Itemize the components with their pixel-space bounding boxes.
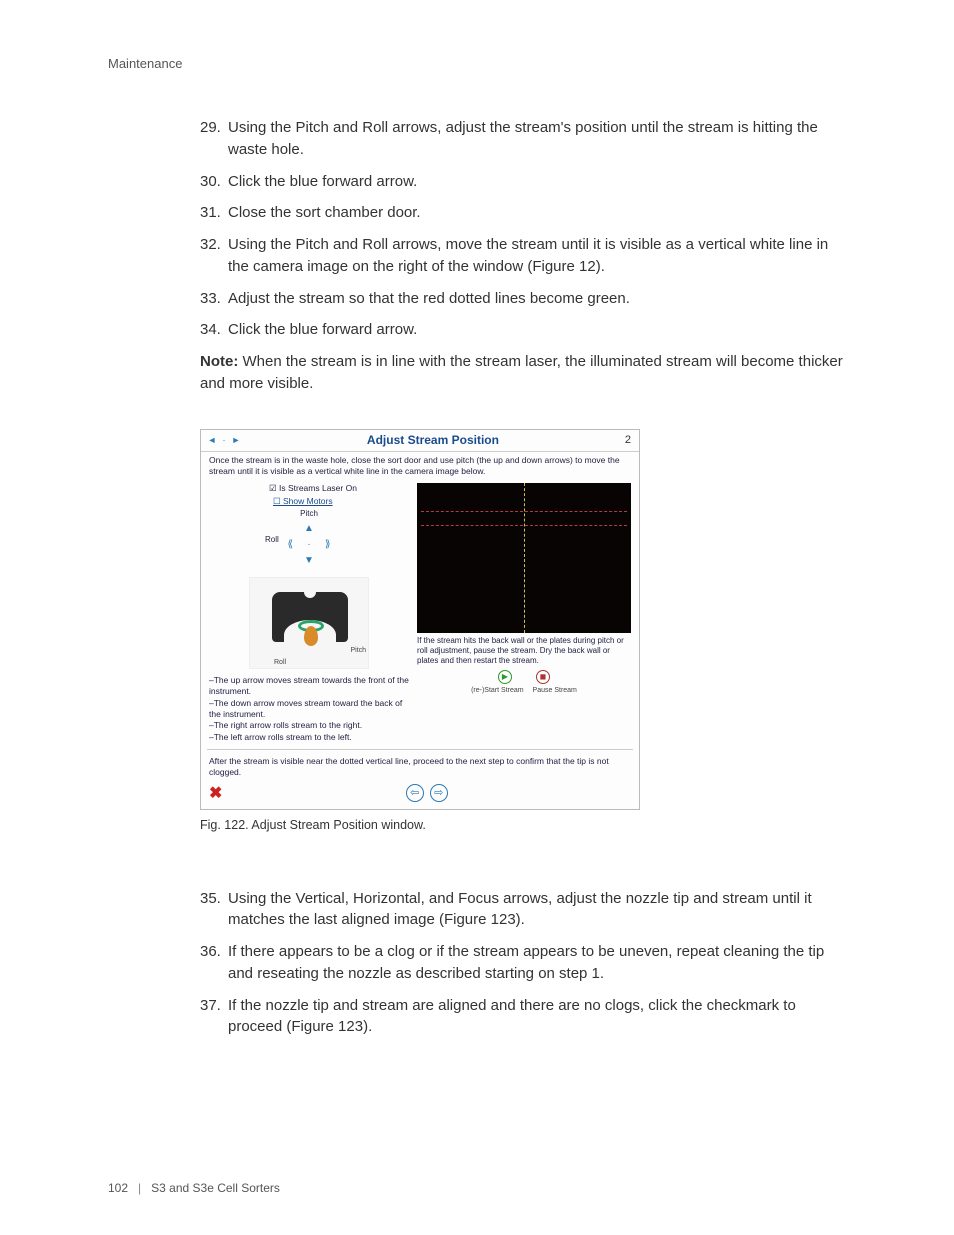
center-icon: · [302,538,316,552]
pause-stream-label: Pause Stream [533,687,577,694]
step-text: Using the Pitch and Roll arrows, adjust … [228,119,818,158]
show-motors-checkbox[interactable]: ☐ Show Motors [273,496,409,507]
step-number: 29. [200,117,221,139]
titlebar-dot-icon: · [219,435,229,445]
controls-column: ☑ Is Streams Laser On ☐ Show Motors Pitc… [209,481,409,744]
laser-label: Is Streams Laser On [279,483,357,493]
step-number: 37. [200,995,221,1017]
page-footer: 102|S3 and S3e Cell Sorters [108,1181,280,1195]
start-stream-icon[interactable]: ▶ [498,670,512,684]
camera-vertical-guideline [524,483,525,633]
step-number: 36. [200,941,221,963]
note: Note: When the stream is in line with th… [200,351,844,395]
hint-line: –The down arrow moves stream toward the … [209,698,409,721]
up-arrow-icon[interactable]: ▲ [302,522,316,536]
arrow-hints: –The up arrow moves stream towards the f… [209,675,409,744]
nozzle-illustration: Pitch Roll [249,577,369,669]
step-number: 30. [200,171,221,193]
step-item: 29. Using the Pitch and Roll arrows, adju… [200,117,844,161]
roll-label: Roll [265,535,279,544]
titlebar-nav: ◄ · ► [207,435,241,445]
next-step-icon[interactable]: ⇨ [430,784,448,802]
figure-caption: Fig. 122. Adjust Stream Position window. [200,818,844,832]
hint-line: –The up arrow moves stream towards the f… [209,675,409,698]
step-item: 34. Click the blue forward arrow. [200,319,844,341]
window-title: Adjust Stream Position [241,433,625,447]
illus-pitch-label: Pitch [350,647,366,654]
window-instruction: Once the stream is in the waste hole, cl… [209,455,631,477]
step-text: Click the blue forward arrow. [228,173,417,190]
camera-column: If the stream hits the back wall or the … [417,481,631,744]
left-arrow-icon[interactable]: ⟪ [283,538,297,552]
step-text: If there appears to be a clog or if the … [228,943,824,982]
step-item: 37. If the nozzle tip and stream are alig… [200,995,844,1039]
prev-step-icon[interactable]: ⇦ [406,784,424,802]
adjust-stream-window: ◄ · ► Adjust Stream Position 2 Once the … [200,429,640,810]
streams-laser-checkbox[interactable]: ☑ Is Streams Laser On [269,483,409,494]
window-footer: ✖ ⇦ ⇨ [209,779,631,803]
forward-icon[interactable]: ► [231,435,241,445]
step-number: 31. [200,202,221,224]
camera-horizontal-guideline [421,511,626,512]
step-text: Close the sort chamber door. [228,204,421,221]
step-item: 33. Adjust the stream so that the red dot… [200,288,844,310]
restart-stream-label: (re-)Start Stream [471,687,524,694]
step-text: Using the Pitch and Roll arrows, move th… [228,236,828,275]
hint-line: –The left arrow rolls stream to the left… [209,732,409,743]
window-titlebar: ◄ · ► Adjust Stream Position 2 [201,430,639,452]
window-step-number: 2 [625,434,633,446]
section-header: Maintenance [108,56,854,71]
close-icon[interactable]: ✖ [209,783,222,803]
pitch-roll-pad: Pitch Roll ▲ ▼ ⟪ ⟫ · [209,509,409,573]
step-item: 36. If there appears to be a clog or if t… [200,941,844,985]
steps-list-b: 35. Using the Vertical, Horizontal, and F… [200,888,844,1039]
step-number: 34. [200,319,221,341]
motors-label: Show Motors [283,496,333,506]
steps-list-a: 29. Using the Pitch and Roll arrows, adju… [200,117,844,341]
down-arrow-icon[interactable]: ▼ [302,554,316,568]
note-text: When the stream is in line with the stre… [200,353,843,392]
camera-view [417,483,631,633]
step-number: 35. [200,888,221,910]
right-arrow-icon[interactable]: ⟫ [321,538,335,552]
step-number: 32. [200,234,221,256]
camera-horizontal-guideline [421,525,626,526]
camera-caption: If the stream hits the back wall or the … [417,636,631,666]
window-final-instruction: After the stream is visible near the dot… [209,756,631,778]
step-item: 35. Using the Vertical, Horizontal, and F… [200,888,844,932]
step-item: 31. Close the sort chamber door. [200,202,844,224]
step-item: 32. Using the Pitch and Roll arrows, move… [200,234,844,278]
pause-stream-icon[interactable]: ◼ [536,670,550,684]
step-text: Adjust the stream so that the red dotted… [228,290,630,307]
pitch-label: Pitch [300,509,318,518]
back-icon[interactable]: ◄ [207,435,217,445]
page-number: 102 [108,1181,128,1195]
step-text: Click the blue forward arrow. [228,321,417,338]
step-text: If the nozzle tip and stream are aligned… [228,997,796,1036]
step-item: 30. Click the blue forward arrow. [200,171,844,193]
main-content: 29. Using the Pitch and Roll arrows, adju… [200,117,844,1038]
step-text: Using the Vertical, Horizontal, and Focu… [228,890,812,929]
step-number: 33. [200,288,221,310]
product-name: S3 and S3e Cell Sorters [151,1181,280,1195]
illus-roll-label: Roll [274,659,286,666]
hint-line: –The right arrow rolls stream to the rig… [209,720,409,731]
note-label: Note: [200,353,238,370]
window-body: Once the stream is in the waste hole, cl… [201,452,639,809]
stream-controls: ▶ ◼ [417,670,631,684]
